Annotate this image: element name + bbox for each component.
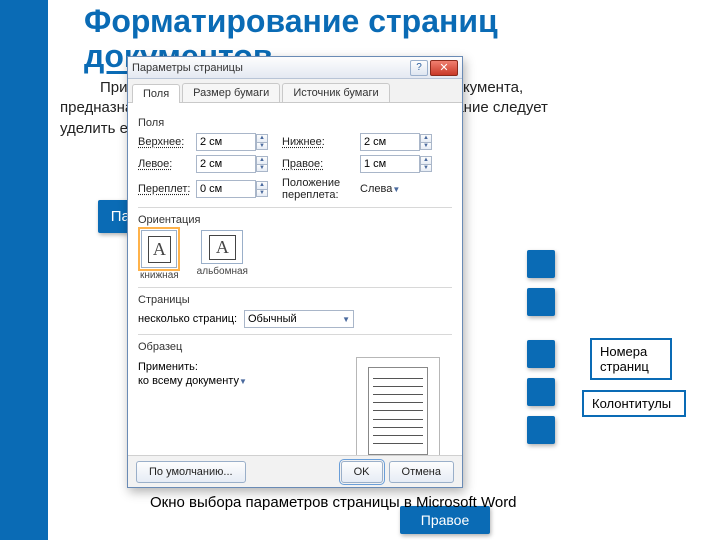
slide-accent-bar bbox=[0, 0, 48, 540]
tab-margins[interactable]: Поля bbox=[132, 84, 180, 103]
select-gutter-pos-value: Слева bbox=[360, 183, 392, 195]
tab-paper-size[interactable]: Размер бумаги bbox=[182, 83, 280, 102]
margin-grid: Верхнее: ▲▼ Нижнее: ▲▼ Левое: ▲▼ Правое:… bbox=[138, 133, 452, 201]
page-preview bbox=[356, 357, 440, 455]
label-top: Верхнее: bbox=[138, 136, 196, 148]
group-pages: Страницы bbox=[138, 294, 452, 306]
orientation-landscape[interactable]: A альбомная bbox=[197, 230, 248, 281]
input-bottom[interactable] bbox=[360, 133, 420, 151]
default-button[interactable]: По умолчанию... bbox=[136, 461, 246, 483]
orientation-options: A книжная A альбомная bbox=[140, 230, 452, 281]
label-left: Левое: bbox=[138, 158, 196, 170]
page-setup-dialog: Параметры страницы ? ✕ Поля Размер бумаг… bbox=[127, 56, 463, 488]
dialog-footer: По умолчанию... OK Отмена bbox=[128, 455, 462, 487]
close-icon: ✕ bbox=[439, 61, 448, 74]
spin-bottom[interactable]: ▲▼ bbox=[420, 134, 432, 150]
select-apply-value: ко всему документу bbox=[138, 375, 239, 387]
dialog-titlebar[interactable]: Параметры страницы ? ✕ bbox=[128, 57, 462, 79]
close-button[interactable]: ✕ bbox=[430, 60, 458, 76]
orientation-landscape-label: альбомная bbox=[197, 266, 248, 277]
chevron-down-icon: ▼ bbox=[342, 315, 350, 324]
select-multi-value: Обычный bbox=[248, 313, 297, 325]
pages-row: несколько страниц: Обычный ▼ bbox=[138, 310, 452, 328]
portrait-icon: A bbox=[148, 236, 171, 263]
select-apply-to[interactable]: ко всему документу▼ bbox=[138, 375, 266, 387]
input-gutter[interactable] bbox=[196, 180, 256, 198]
rbox-kolont: Колонтитулы bbox=[582, 390, 686, 417]
dialog-body: Поля Верхнее: ▲▼ Нижнее: ▲▼ Левое: ▲▼ Пр… bbox=[128, 103, 462, 455]
help-icon: ? bbox=[416, 62, 422, 73]
dialog-caption: Окно выбора параметров страницы в Micros… bbox=[150, 494, 517, 511]
ok-button[interactable]: OK bbox=[341, 461, 383, 483]
group-sample: Образец bbox=[138, 341, 452, 353]
label-bottom: Нижнее: bbox=[270, 136, 360, 148]
separator bbox=[138, 207, 452, 208]
select-multi-pages[interactable]: Обычный ▼ bbox=[244, 310, 354, 328]
orientation-portrait[interactable]: A книжная bbox=[140, 230, 179, 281]
spin-right[interactable]: ▲▼ bbox=[420, 156, 432, 172]
rbox-nomera: Номера страниц bbox=[590, 338, 672, 380]
slab-blank4 bbox=[527, 340, 555, 368]
input-left[interactable] bbox=[196, 155, 256, 173]
spin-gutter[interactable]: ▲▼ bbox=[256, 181, 268, 197]
select-gutter-pos[interactable]: Слева▼ bbox=[360, 183, 434, 195]
orientation-portrait-label: книжная bbox=[140, 270, 179, 281]
group-orientation: Ориентация bbox=[138, 214, 452, 226]
chevron-down-icon: ▼ bbox=[239, 377, 247, 386]
landscape-icon: A bbox=[209, 235, 236, 260]
title-line1: Форматирование страниц bbox=[84, 3, 498, 39]
label-gutter: Переплет: bbox=[138, 183, 196, 195]
separator3 bbox=[138, 334, 452, 335]
sample-row: Применить: ко всему документу▼ bbox=[138, 357, 452, 455]
separator2 bbox=[138, 287, 452, 288]
label-apply: Применить: bbox=[138, 361, 198, 373]
slab-blank5 bbox=[527, 378, 555, 406]
label-gutter-pos: Положение переплета: bbox=[270, 177, 360, 201]
spin-left[interactable]: ▲▼ bbox=[256, 156, 268, 172]
group-margins: Поля bbox=[138, 117, 452, 129]
help-button[interactable]: ? bbox=[410, 60, 428, 76]
label-right: Правое: bbox=[270, 158, 360, 170]
tab-paper-source[interactable]: Источник бумаги bbox=[282, 83, 389, 102]
para1a: При bbox=[100, 79, 128, 96]
label-multi: несколько страниц: bbox=[138, 313, 238, 325]
input-right[interactable] bbox=[360, 155, 420, 173]
input-top[interactable] bbox=[196, 133, 256, 151]
slab-blank3 bbox=[527, 288, 555, 316]
spin-top[interactable]: ▲▼ bbox=[256, 134, 268, 150]
slab-blank2 bbox=[527, 250, 555, 278]
cancel-button[interactable]: Отмена bbox=[389, 461, 454, 483]
dialog-title: Параметры страницы bbox=[132, 62, 410, 74]
slab-blank6 bbox=[527, 416, 555, 444]
dialog-tabs: Поля Размер бумаги Источник бумаги bbox=[128, 79, 462, 103]
chevron-down-icon: ▼ bbox=[392, 185, 400, 194]
